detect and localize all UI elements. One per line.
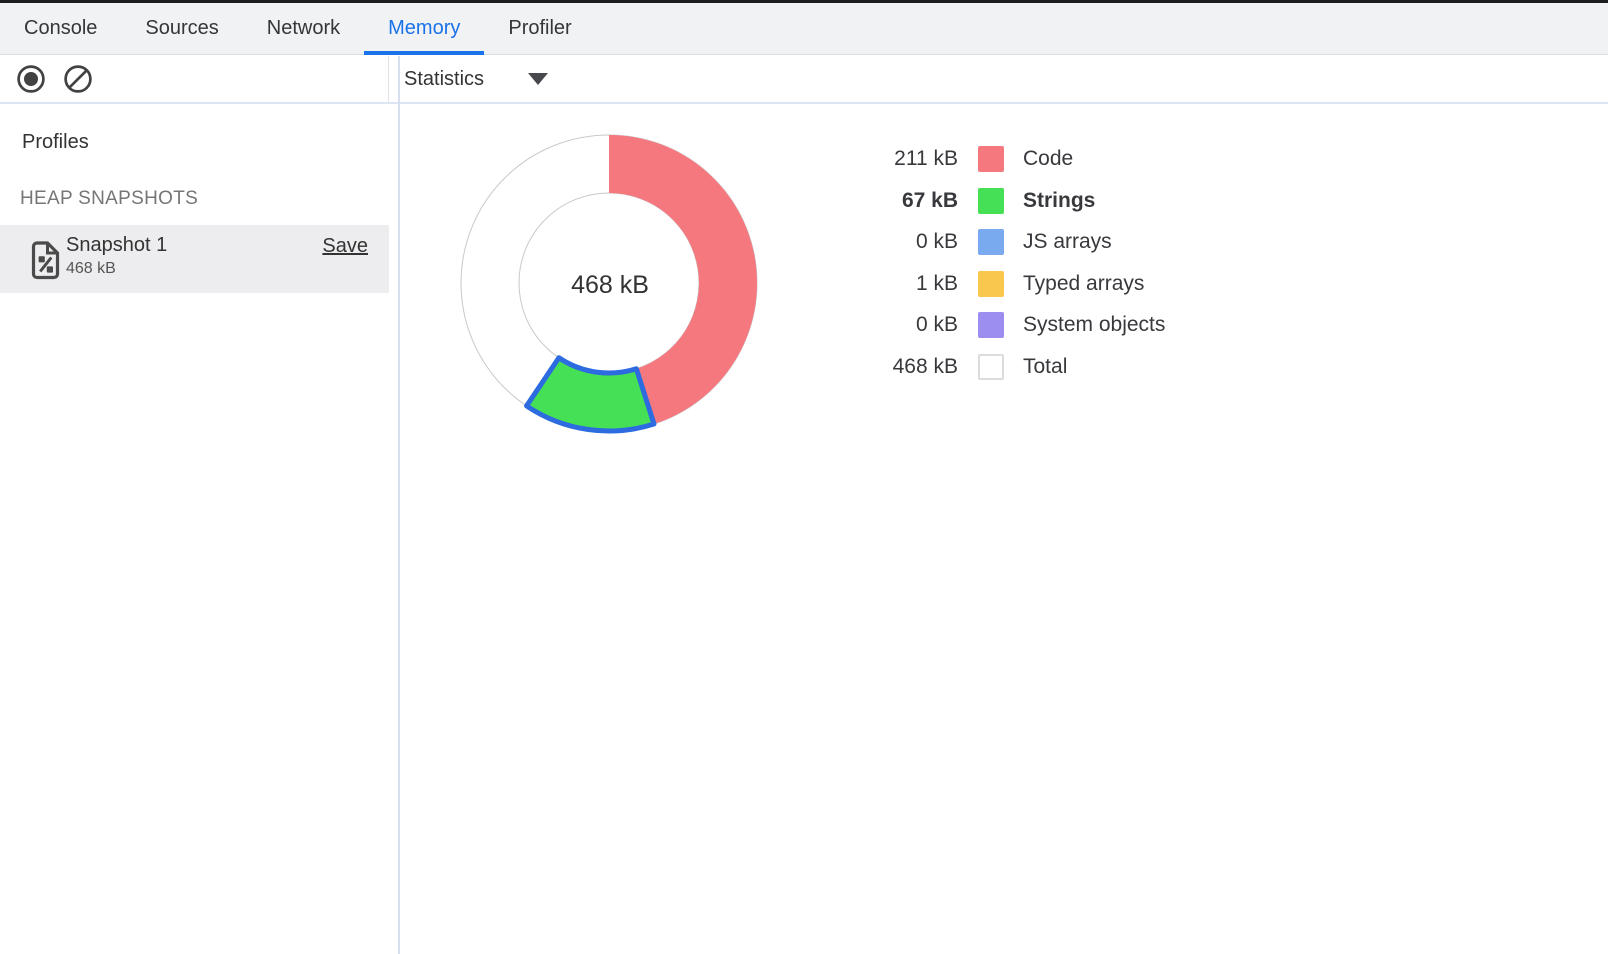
clear-profiles-button[interactable]: [63, 64, 93, 94]
tab-network[interactable]: Network: [243, 3, 364, 54]
record-icon: [16, 64, 46, 94]
tab-profiler[interactable]: Profiler: [484, 3, 595, 54]
snapshot-name: Snapshot 1: [66, 234, 167, 257]
statistics-view: 468 kB 211 kB Code 67 kB Strings 0 kB JS arra…: [400, 106, 1608, 954]
heap-snapshot-file-icon: [30, 240, 61, 280]
pie-slice-strings[interactable]: [527, 358, 654, 431]
tab-console[interactable]: Console: [0, 3, 121, 54]
legend-value: 0 kB: [840, 230, 958, 254]
perspective-select-label: Statistics: [404, 68, 484, 91]
legend-label: Code: [1023, 147, 1073, 171]
snapshot-save-link[interactable]: Save: [322, 235, 368, 258]
legend-label: JS arrays: [1023, 230, 1112, 254]
legend-row-typed-arrays[interactable]: 1 kB Typed arrays: [840, 271, 1165, 297]
legend-value: 0 kB: [840, 313, 958, 337]
legend-row-total[interactable]: 468 kB Total: [840, 354, 1165, 380]
legend-value: 67 kB: [840, 189, 958, 213]
chart-toolbar: Statistics: [389, 56, 1608, 102]
dropdown-arrow-icon: [528, 73, 548, 85]
legend-swatch-code: [978, 146, 1004, 172]
profiles-toolbar: [0, 56, 389, 102]
sidebar-divider[interactable]: [398, 56, 400, 954]
heap-snapshots-section-title: HEAP SNAPSHOTS: [20, 188, 198, 210]
legend-row-code[interactable]: 211 kB Code: [840, 146, 1165, 172]
legend-row-strings[interactable]: 67 kB Strings: [840, 188, 1165, 214]
record-heap-snapshot-button[interactable]: [16, 64, 46, 94]
legend-value: 468 kB: [840, 355, 958, 379]
tab-memory[interactable]: Memory: [364, 3, 484, 54]
profiles-title: Profiles: [22, 131, 89, 154]
legend-label: System objects: [1023, 313, 1165, 337]
perspective-select[interactable]: Statistics: [404, 68, 548, 91]
legend-label: Typed arrays: [1023, 272, 1144, 296]
legend-label: Total: [1023, 355, 1067, 379]
snapshot-size: 468 kB: [66, 260, 116, 278]
legend-value: 1 kB: [840, 272, 958, 296]
devtools-tab-bar: ConsoleSourcesNetworkMemoryProfiler: [0, 3, 1608, 55]
legend-value: 211 kB: [840, 147, 958, 171]
profiles-sidebar: Profiles HEAP SNAPSHOTS Snapshot 1 468 k…: [0, 106, 398, 954]
legend-swatch-js-arrays: [978, 229, 1004, 255]
memory-panel-toolbar: Statistics: [0, 56, 1608, 104]
legend-swatch-total: [978, 354, 1004, 380]
legend-swatch-system-objects: [978, 312, 1004, 338]
legend-swatch-typed-arrays: [978, 271, 1004, 297]
clear-icon: [63, 64, 93, 94]
chart-legend: 211 kB Code 67 kB Strings 0 kB JS arrays 1 kB T…: [840, 146, 1165, 395]
tab-sources[interactable]: Sources: [121, 3, 242, 54]
legend-label: Strings: [1023, 189, 1095, 213]
legend-row-system-objects[interactable]: 0 kB System objects: [840, 312, 1165, 338]
donut-center-total: 468 kB: [510, 270, 710, 300]
legend-row-js-arrays[interactable]: 0 kB JS arrays: [840, 229, 1165, 255]
snapshot-list-item[interactable]: Snapshot 1 468 kB Save: [0, 225, 389, 293]
legend-swatch-strings: [978, 188, 1004, 214]
